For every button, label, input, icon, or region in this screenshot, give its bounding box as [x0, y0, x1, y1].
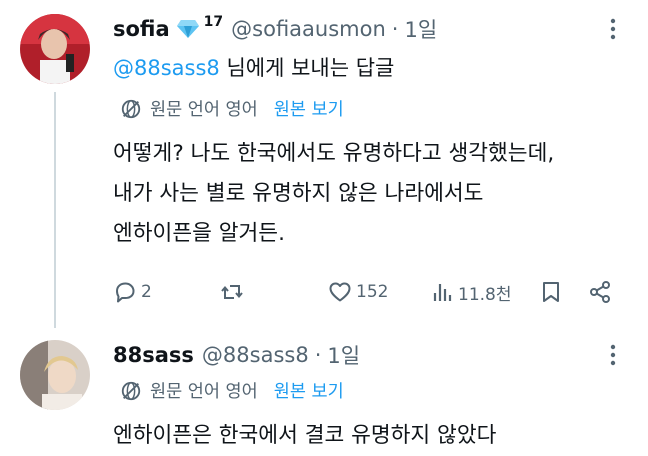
- verified-gem-icon: [176, 20, 199, 38]
- tweet-header: 88sass @88sass8 · 1일: [113, 340, 360, 370]
- separator: ·: [314, 343, 322, 367]
- view-count: 11.8천: [458, 284, 512, 305]
- reply-icon: [116, 282, 135, 303]
- tweet-88sass[interactable]: 88sass @88sass8 · 1일 원문 언어 영어 원본 보기 엔하이픈…: [0, 330, 648, 456]
- separator: ·: [391, 17, 399, 41]
- globe-icon: [121, 99, 141, 118]
- tweet-text-line: 엔하이픈을 알거든.: [113, 221, 285, 246]
- tweet-text-line: 엔하이픈은 한국에서 결코 유명하지 않았다: [113, 423, 497, 448]
- translate-label: 원문 언어 영어: [150, 100, 258, 120]
- timestamp[interactable]: 1일: [404, 14, 437, 44]
- bookmark-button[interactable]: [539, 274, 563, 310]
- handle[interactable]: @88sass8: [202, 343, 309, 367]
- show-original-link[interactable]: 원본 보기: [274, 96, 344, 121]
- translation-bar: 원문 언어 영어 원본 보기: [120, 96, 344, 121]
- display-name[interactable]: sofia: [113, 17, 170, 41]
- reply-context: @88sass8 님에게 보내는 답글: [113, 52, 394, 82]
- views-button[interactable]: 11.8천: [430, 274, 512, 310]
- bookmark-icon: [543, 282, 559, 302]
- share-icon: [590, 281, 610, 303]
- more-icon: [610, 344, 616, 366]
- reply-button[interactable]: 2: [113, 274, 152, 310]
- more-icon: [610, 18, 616, 40]
- translate-label: 원문 언어 영어: [150, 382, 258, 402]
- translation-bar: 원문 언어 영어 원본 보기: [120, 378, 344, 403]
- more-button[interactable]: [600, 342, 626, 368]
- like-icon: [329, 282, 351, 302]
- tweet-sofia[interactable]: sofia 17 @sofiaausmon · 1일 @88sass8 님에게 …: [0, 0, 648, 330]
- display-name[interactable]: 88sass: [113, 343, 194, 367]
- verified-badge: 17: [176, 14, 223, 39]
- badge-count: 17: [203, 14, 224, 30]
- action-bar: 2 152 11.8천: [0, 274, 648, 310]
- more-button[interactable]: [600, 16, 626, 42]
- tweet-text-line: 내가 사는 별로 유명하지 않은 나라에서도: [113, 181, 484, 206]
- globe-icon: [121, 381, 141, 400]
- tweet-text: 어떻게? 나도 한국에서도 유명하다고 생각했는데, 내가 사는 별로 유명하지…: [113, 134, 554, 254]
- reply-count: 2: [141, 282, 152, 302]
- views-icon: [433, 284, 452, 301]
- handle[interactable]: @sofiaausmon: [231, 17, 386, 41]
- tweet-text-line: 어떻게? 나도 한국에서도 유명하다고 생각했는데,: [113, 141, 555, 166]
- retweet-icon: [221, 285, 243, 299]
- like-button[interactable]: 152: [328, 274, 388, 310]
- tweet-header: sofia 17 @sofiaausmon · 1일: [113, 14, 437, 44]
- show-original-link[interactable]: 원본 보기: [274, 378, 344, 403]
- reply-suffix: 님에게 보내는 답글: [219, 56, 395, 80]
- retweet-button[interactable]: [220, 274, 248, 310]
- like-count: 152: [356, 282, 389, 302]
- share-button[interactable]: [588, 274, 612, 310]
- avatar[interactable]: [20, 14, 90, 84]
- timestamp[interactable]: 1일: [327, 340, 360, 370]
- avatar[interactable]: [20, 340, 90, 410]
- tweet-text: 엔하이픈은 한국에서 결코 유명하지 않았다: [113, 416, 496, 456]
- reply-mention-link[interactable]: @88sass8: [113, 56, 220, 80]
